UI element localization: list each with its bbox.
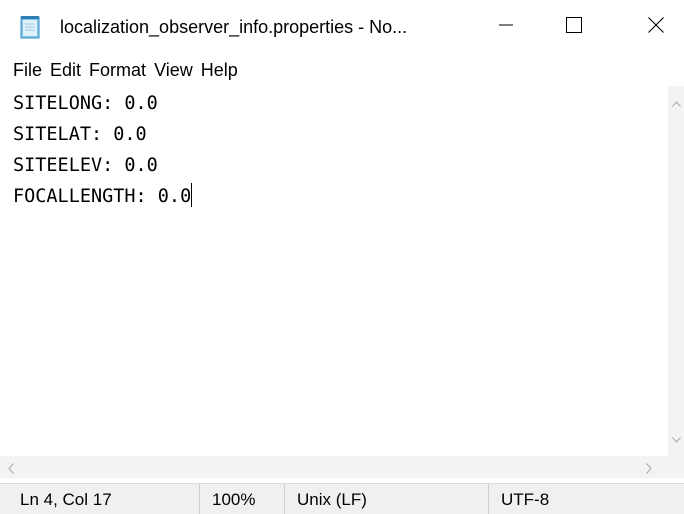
window-title: localization_observer_info.properties - …: [60, 17, 408, 37]
menu-view[interactable]: View: [150, 55, 197, 85]
status-cursor-position: Ln 4, Col 17: [20, 490, 112, 509]
scroll-right-icon[interactable]: [646, 461, 652, 479]
text-editor[interactable]: SITELONG: 0.0 SITELAT: 0.0 SITEELEV: 0.0 FO…: [0, 86, 668, 456]
scroll-left-icon[interactable]: [8, 461, 14, 479]
minimize-button[interactable]: [478, 0, 534, 54]
status-encoding: UTF-8: [488, 484, 684, 514]
menu-bar: File Edit Format View Help: [0, 54, 684, 86]
close-button[interactable]: [628, 0, 684, 54]
status-bar: Ln 4, Col 17 100% Unix (LF) UTF-8: [0, 483, 684, 514]
editor-content[interactable]: SITELONG: 0.0 SITELAT: 0.0 SITEELEV: 0.0 FO…: [13, 88, 193, 212]
scroll-down-icon[interactable]: [672, 430, 681, 448]
title-bar[interactable]: localization_observer_info.properties - …: [0, 0, 684, 54]
vertical-scrollbar[interactable]: [668, 86, 684, 456]
menu-help[interactable]: Help: [197, 55, 242, 85]
editor-line-4: FOCALLENGTH: 0.0: [13, 181, 193, 212]
menu-file[interactable]: File: [9, 55, 46, 85]
status-line-ending: Unix (LF): [284, 484, 487, 514]
menu-format[interactable]: Format: [85, 55, 150, 85]
notepad-icon: [17, 14, 43, 40]
editor-line-1: SITELONG: 0.0: [13, 93, 158, 114]
editor-line-3: SITEELEV: 0.0: [13, 155, 158, 176]
minimize-icon: [499, 18, 513, 37]
scroll-up-icon[interactable]: [672, 94, 681, 112]
notepad-window: localization_observer_info.properties - …: [0, 0, 684, 514]
close-icon: [648, 16, 664, 38]
editor-line-4-text: FOCALLENGTH: 0.0: [13, 186, 192, 207]
status-zoom: 100%: [199, 484, 283, 514]
scrollbar-corner: [668, 456, 684, 478]
menu-edit[interactable]: Edit: [46, 55, 85, 85]
maximize-icon: [566, 16, 582, 38]
editor-line-2: SITELAT: 0.0: [13, 124, 147, 145]
horizontal-scrollbar[interactable]: [0, 456, 668, 478]
text-caret: [191, 183, 193, 207]
maximize-button[interactable]: [546, 0, 602, 54]
